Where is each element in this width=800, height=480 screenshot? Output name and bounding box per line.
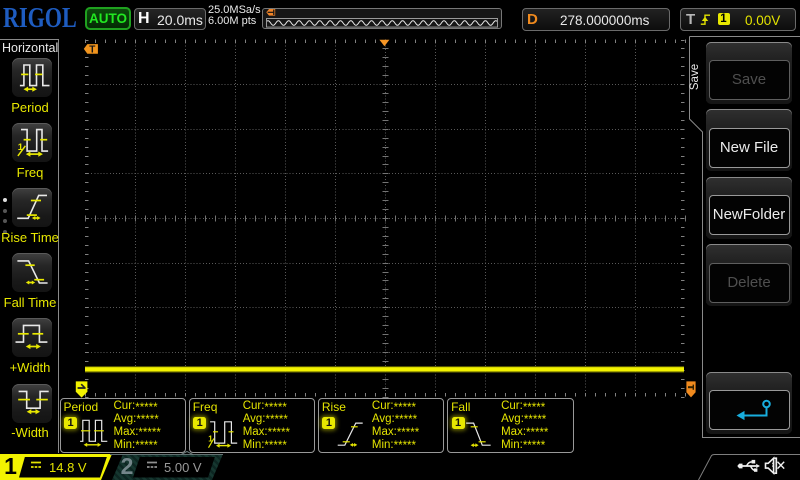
- svg-text:T: T: [89, 45, 95, 56]
